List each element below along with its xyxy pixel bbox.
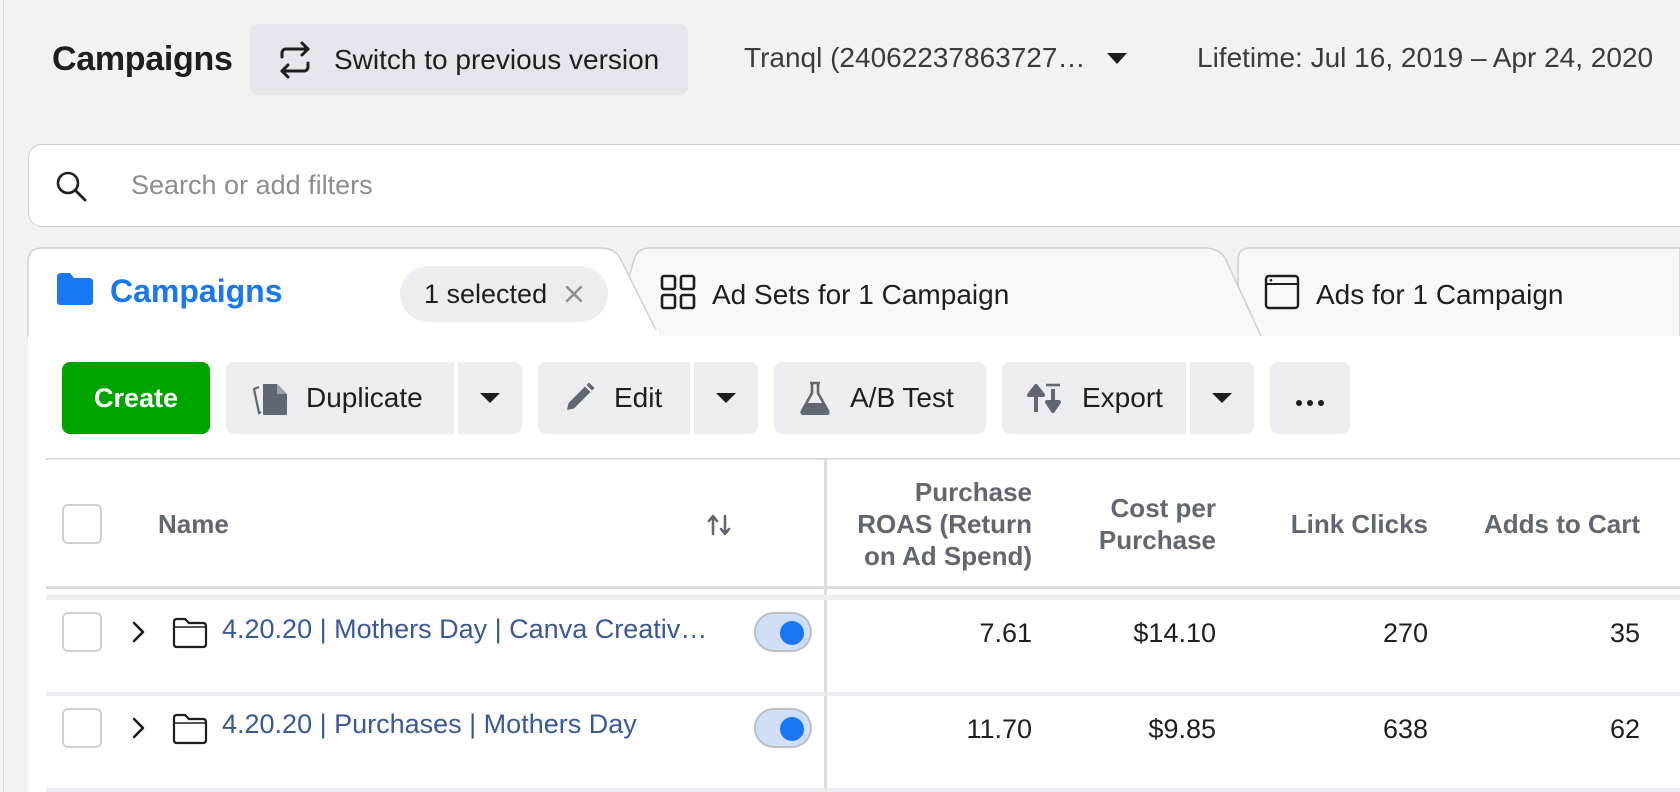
cell-purchase-roas: 7.61 [979, 618, 1032, 648]
column-header-purchase-roas[interactable]: Purchase ROAS (Return on Ad Spend) [846, 476, 1032, 572]
more-dots-icon [1295, 382, 1325, 414]
export-arrows-icon [1026, 383, 1062, 413]
more-options-button[interactable] [1270, 362, 1350, 434]
folder-outline-icon [172, 713, 208, 745]
search-icon [51, 166, 91, 206]
caret-down-icon [1212, 393, 1232, 403]
pencil-icon [562, 382, 596, 414]
selected-count-label: 1 selected [424, 278, 548, 309]
create-button[interactable]: Create [62, 362, 210, 434]
frozen-column-divider [824, 460, 827, 792]
grid-icon [660, 274, 696, 315]
cell-link-clicks: 638 [1382, 714, 1428, 744]
duplicate-button[interactable]: Duplicate [226, 362, 454, 434]
switch-version-label: Switch to previous version [334, 43, 660, 75]
caret-down-icon [716, 393, 736, 403]
folder-outline-icon [172, 617, 208, 649]
tab-ad-sets[interactable]: Ad Sets for 1 Campaign [660, 274, 1009, 315]
campaign-name-link[interactable]: 4.20.20 | Purchases | Mothers Day [222, 709, 637, 740]
export-label: Export [1082, 382, 1163, 413]
column-header-cost-per-purchase[interactable]: Cost per Purchase [1060, 492, 1216, 556]
swap-arrows-icon [274, 39, 316, 81]
tab-campaigns[interactable]: Campaigns [56, 272, 282, 311]
tab-ads-label: Ads for 1 Campaign [1316, 278, 1564, 310]
cell-adds-to-cart: 35 [1609, 618, 1640, 648]
row-separator [46, 692, 1680, 696]
page-header: Campaigns Switch to previous version Tra… [0, 0, 1680, 120]
toggle-knob [780, 717, 804, 741]
cell-cost-per-purchase: $9.85 [1148, 714, 1216, 744]
export-dropdown-button[interactable] [1190, 362, 1254, 434]
sort-icon[interactable] [706, 512, 732, 538]
campaign-name-link[interactable]: 4.20.20 | Mothers Day | Canva Creativ… [222, 614, 707, 645]
cell-adds-to-cart: 62 [1609, 714, 1640, 744]
export-button[interactable]: Export [1002, 362, 1186, 434]
edit-label: Edit [614, 382, 663, 413]
tab-ads[interactable]: Ads for 1 Campaign [1264, 274, 1563, 315]
search-input[interactable] [131, 170, 1331, 201]
duplicate-label: Duplicate [306, 382, 423, 413]
tab-ad-sets-label: Ad Sets for 1 Campaign [712, 278, 1010, 310]
table-header-border [46, 586, 1680, 589]
table-header-shadow [46, 595, 1680, 600]
ab-test-label: A/B Test [850, 382, 954, 413]
selected-count-pill[interactable]: 1 selected [400, 266, 608, 322]
chevron-right-icon[interactable] [126, 620, 150, 644]
page-title: Campaigns [52, 40, 233, 78]
row-checkbox[interactable] [62, 708, 102, 748]
select-all-checkbox[interactable] [62, 504, 102, 544]
browser-window-icon [1264, 274, 1300, 315]
date-range-picker[interactable]: Lifetime: Jul 16, 2019 – Apr 24, 2020 [1197, 42, 1653, 74]
folder-icon [56, 272, 94, 311]
account-label: Tranql (24062237863727… [744, 42, 1086, 73]
close-icon[interactable] [563, 283, 585, 305]
campaign-status-toggle[interactable] [754, 612, 812, 652]
cell-cost-per-purchase: $14.10 [1133, 618, 1216, 648]
table-top-border [46, 458, 1680, 460]
row-separator [46, 788, 1680, 792]
column-header-adds-to-cart[interactable]: Adds to Cart [1450, 508, 1640, 540]
edit-dropdown-button[interactable] [694, 362, 758, 434]
switch-version-button[interactable]: Switch to previous version [250, 24, 688, 95]
tab-campaigns-label: Campaigns [110, 273, 283, 309]
column-header-link-clicks[interactable]: Link Clicks [1250, 508, 1428, 540]
cell-link-clicks: 270 [1382, 618, 1428, 648]
duplicate-icon [250, 380, 290, 416]
cell-purchase-roas: 11.70 [966, 714, 1032, 744]
caret-down-icon [480, 393, 500, 403]
search-bar [28, 144, 1680, 227]
flask-icon [798, 381, 832, 415]
edit-button[interactable]: Edit [538, 362, 690, 434]
toggle-knob [780, 621, 804, 645]
campaign-status-toggle[interactable] [754, 708, 812, 748]
account-selector[interactable]: Tranql (24062237863727… [744, 42, 1128, 74]
column-header-name[interactable]: Name [158, 508, 229, 540]
duplicate-dropdown-button[interactable] [458, 362, 522, 434]
caret-down-icon [1107, 52, 1128, 64]
row-checkbox[interactable] [62, 612, 102, 652]
ab-test-button[interactable]: A/B Test [774, 362, 986, 434]
chevron-right-icon[interactable] [126, 716, 150, 740]
